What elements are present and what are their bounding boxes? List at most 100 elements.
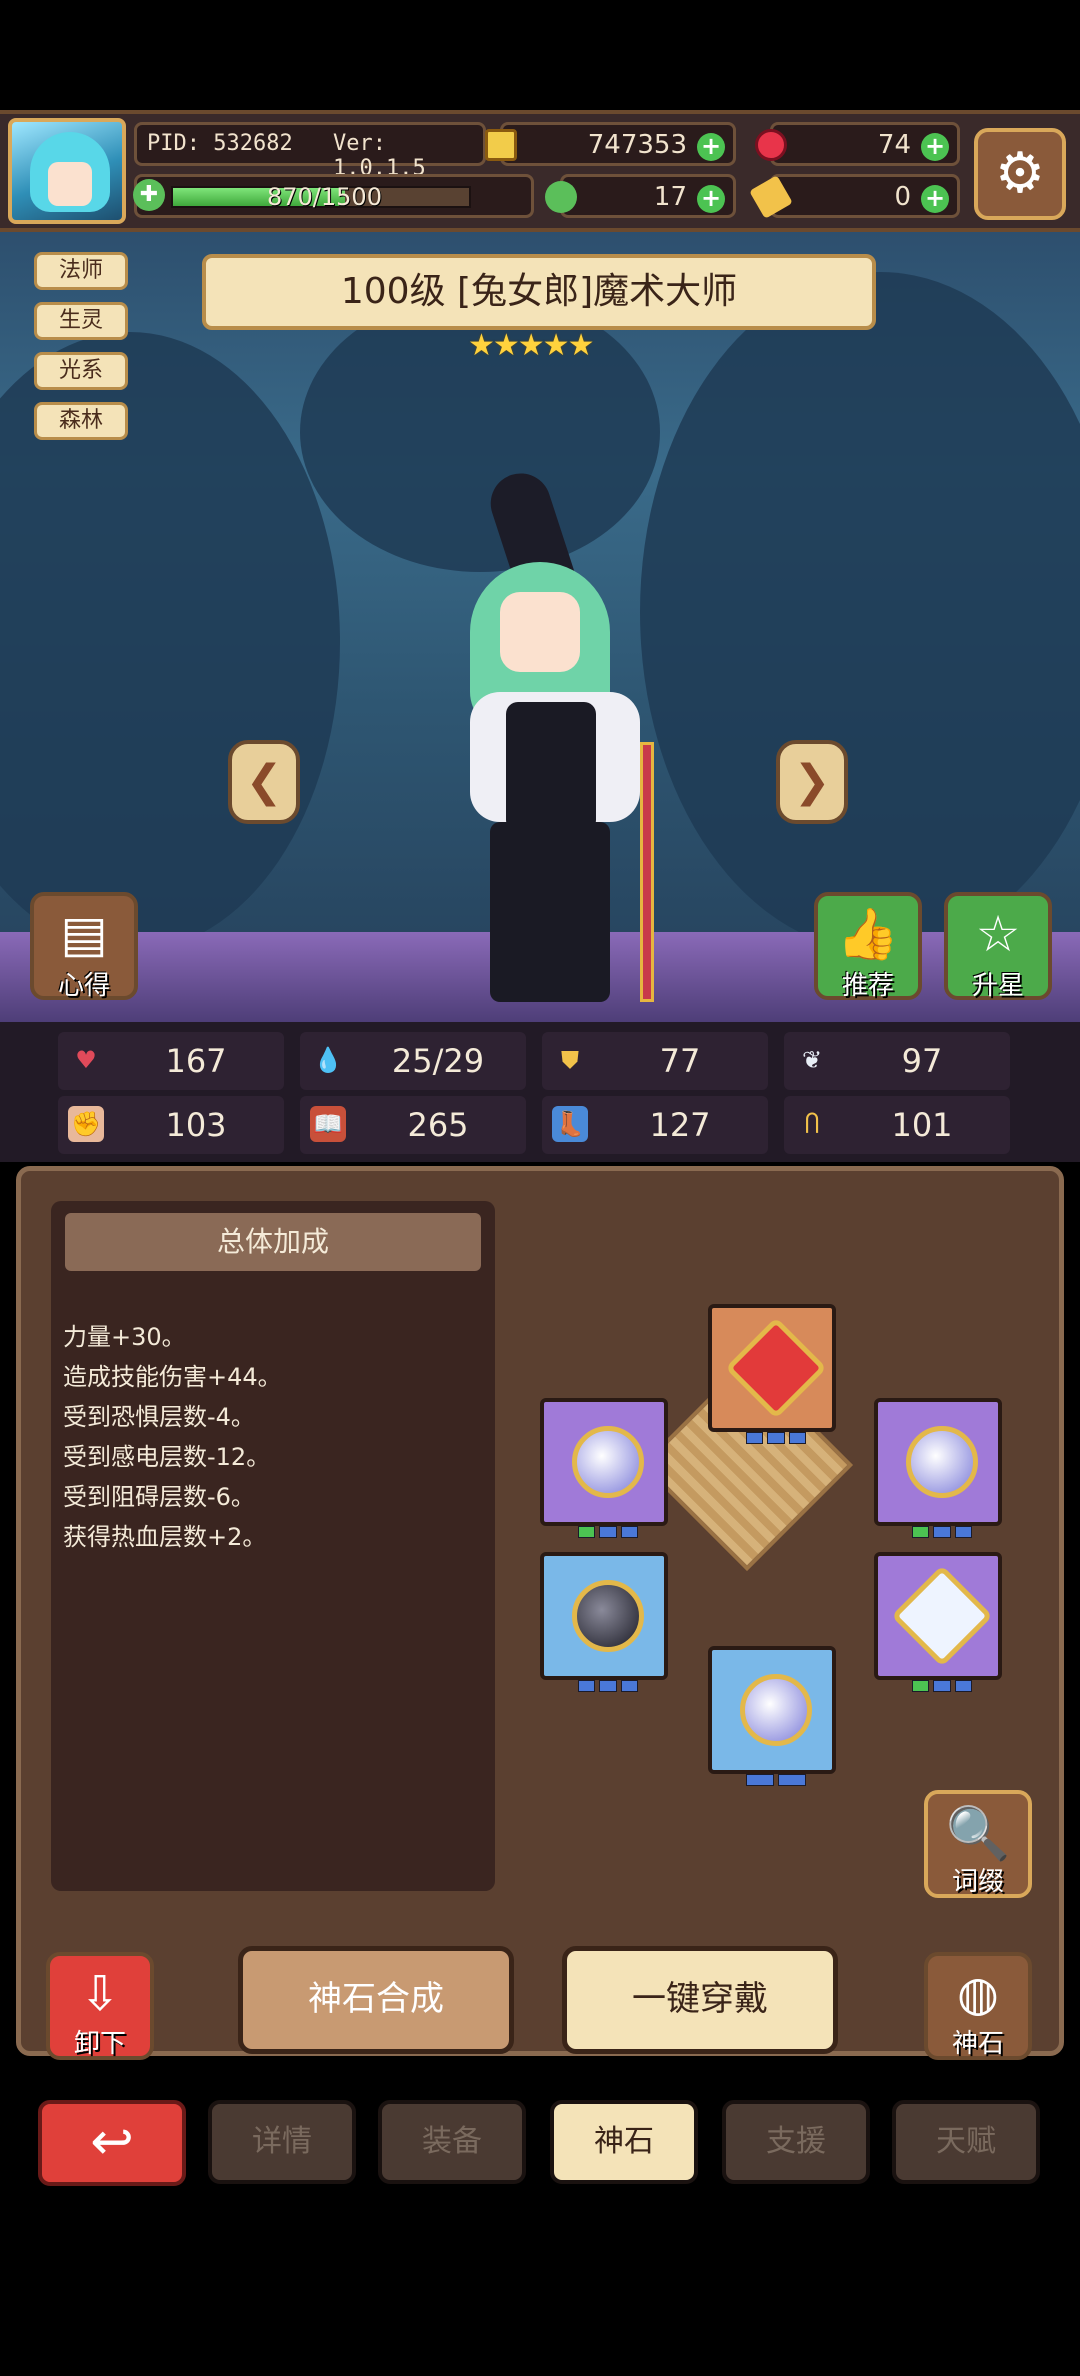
- droplet-icon: 💧: [313, 1046, 343, 1074]
- stat-defense: ⛊ 77: [542, 1032, 768, 1090]
- player-info: PID: 532682 Ver: 1.0.1.5: [134, 122, 486, 181]
- shield-icon: ⛊: [561, 1046, 579, 1074]
- heart-icon: ♥: [75, 1046, 97, 1074]
- prev-hero-button[interactable]: ❮: [228, 740, 300, 824]
- bonus-line: 获得热血层数+2。: [63, 1523, 267, 1551]
- gear-icon: ⚙: [994, 141, 1046, 206]
- godstone-button[interactable]: ◍ 神石: [924, 1952, 1032, 2060]
- compass-icon: ◍: [957, 1966, 999, 2022]
- pearl-gem-icon: [906, 1426, 978, 1498]
- bonus-line: 造成技能伤害+44。: [63, 1363, 282, 1391]
- equip-all-button[interactable]: 一键穿戴: [562, 1946, 838, 2054]
- player-avatar[interactable]: [8, 118, 126, 224]
- tab-equipment[interactable]: 装备: [378, 2100, 526, 2184]
- add-gem-button[interactable]: +: [921, 133, 949, 161]
- bottom-tabs: 详情 装备 神石 支援 天赋: [0, 2090, 1080, 2184]
- black-pearl-icon: [572, 1580, 644, 1652]
- wing-icon: ❦: [801, 1046, 823, 1074]
- scroll-icon: ▤: [60, 905, 108, 963]
- xp-text: 870/1500: [267, 183, 382, 211]
- stat-mana: 💧 25/29: [300, 1032, 526, 1090]
- star-icon: ☆: [975, 905, 1021, 963]
- gem-slot-lower-left[interactable]: [540, 1552, 668, 1692]
- bonus-line: 受到阻碍层数-6。: [63, 1483, 255, 1511]
- tab-support[interactable]: 支援: [722, 2100, 870, 2184]
- tag-class[interactable]: 法师: [34, 252, 128, 290]
- insight-button[interactable]: ▤ 心得: [30, 892, 138, 1001]
- gem-value: 74: [877, 130, 911, 160]
- ticket-counter: 0 +: [749, 174, 960, 219]
- add-ticket-button[interactable]: +: [921, 185, 949, 213]
- clover-icon: [545, 181, 577, 213]
- tag-race[interactable]: 生灵: [34, 302, 128, 340]
- ticket-icon: [749, 175, 793, 219]
- chevron-left-icon: ❮: [245, 756, 283, 807]
- settings-button[interactable]: ⚙: [974, 128, 1066, 220]
- clover-counter: 17 +: [545, 174, 736, 218]
- tag-element[interactable]: 光系: [34, 352, 128, 390]
- insight-label: 心得: [57, 971, 110, 1001]
- stats-panel: ♥ 167 💧 25/29 ⛊ 77 ❦ 97 ✊ 103 📖 265 👢 127 Ⴖ 101: [0, 1022, 1080, 1162]
- godstone-label: 神石: [951, 2029, 1004, 2059]
- gem-slot-lower-right[interactable]: [874, 1552, 1002, 1692]
- gem-slot-top[interactable]: [708, 1304, 836, 1444]
- chevron-right-icon: ❯: [793, 756, 831, 807]
- red-gem-icon: [725, 1317, 827, 1419]
- diamond-gem-icon: [891, 1565, 993, 1667]
- recommend-button[interactable]: 👍 推荐: [814, 892, 922, 1001]
- affix-label: 词缀: [951, 1867, 1004, 1897]
- clover-xp-icon: ✚: [133, 179, 165, 211]
- book-icon: 📖: [310, 1106, 346, 1142]
- top-bar: PID: 532682 Ver: 1.0.1.5 ✚ 870/1500 7473…: [0, 110, 1080, 232]
- stat-strength: ✊ 103: [58, 1096, 284, 1154]
- star-rating: ★★★★★: [468, 328, 594, 363]
- unequip-label: 卸下: [73, 2029, 126, 2059]
- player-id: PID: 532682: [147, 131, 293, 156]
- coin-icon: [485, 129, 517, 161]
- boot-icon: 👢: [552, 1106, 588, 1142]
- xp-box: ✚ 870/1500: [133, 174, 534, 218]
- gem-counter: 74 +: [755, 122, 960, 166]
- ruby-icon: [755, 129, 787, 161]
- tab-details[interactable]: 详情: [208, 2100, 356, 2184]
- gem-slot-upper-right[interactable]: [874, 1398, 1002, 1538]
- horseshoe-icon: Ⴖ: [804, 1110, 820, 1138]
- tag-habitat[interactable]: 森林: [34, 402, 128, 440]
- gold-value: 747353: [587, 130, 687, 160]
- tab-talent[interactable]: 天赋: [892, 2100, 1040, 2184]
- ticket-value: 0: [894, 182, 911, 212]
- gem-slot-upper-left[interactable]: [540, 1398, 668, 1538]
- next-hero-button[interactable]: ❯: [776, 740, 848, 824]
- gold-counter: 747353 +: [485, 122, 736, 166]
- recommend-label: 推荐: [841, 971, 894, 1001]
- synthesize-button[interactable]: 神石合成: [238, 1946, 514, 2054]
- fist-icon: ✊: [68, 1106, 104, 1142]
- hero-scene: 法师 生灵 光系 森林 100级 [兔女郎]魔术大师 ★★★★★ ❮ ❯ ▤ 心…: [0, 232, 1080, 1022]
- hero-sprite: [430, 465, 680, 1012]
- hero-title-plate: 100级 [兔女郎]魔术大师: [202, 254, 876, 330]
- stat-luck: Ⴖ 101: [784, 1096, 1010, 1154]
- bonus-line: 力量+30。: [63, 1323, 186, 1351]
- stat-hp: ♥ 167: [58, 1032, 284, 1090]
- affix-button[interactable]: 🔍 词缀: [924, 1790, 1032, 1898]
- hero-title: 100级 [兔女郎]魔术大师: [340, 271, 738, 312]
- bonus-line: 受到感电层数-12。: [63, 1443, 271, 1471]
- unequip-button[interactable]: ⇩ 卸下: [46, 1952, 154, 2060]
- add-clover-button[interactable]: +: [697, 185, 725, 213]
- pearl-gem-icon: [572, 1426, 644, 1498]
- arrow-down-icon: ⇩: [79, 1966, 121, 2022]
- stat-intellect: 📖 265: [300, 1096, 526, 1154]
- bonus-line: 受到恐惧层数-4。: [63, 1403, 255, 1431]
- bonus-list: 力量+30。 造成技能伤害+44。 受到恐惧层数-4。 受到感电层数-12。 受…: [63, 1317, 483, 1557]
- clover-value: 17: [653, 182, 687, 212]
- stat-dodge: ❦ 97: [784, 1032, 1010, 1090]
- bonus-box: 总体加成 力量+30。 造成技能伤害+44。 受到恐惧层数-4。 受到感电层数-…: [51, 1201, 495, 1891]
- star-up-label: 升星: [971, 971, 1024, 1001]
- tab-godstone[interactable]: 神石: [550, 2100, 698, 2184]
- add-gold-button[interactable]: +: [697, 133, 725, 161]
- pearl-gem-icon: [740, 1674, 812, 1746]
- gem-slot-bottom[interactable]: [708, 1646, 836, 1786]
- star-up-button[interactable]: ☆ 升星: [944, 892, 1052, 1001]
- stat-agility: 👢 127: [542, 1096, 768, 1154]
- bonus-title: 总体加成: [65, 1213, 481, 1271]
